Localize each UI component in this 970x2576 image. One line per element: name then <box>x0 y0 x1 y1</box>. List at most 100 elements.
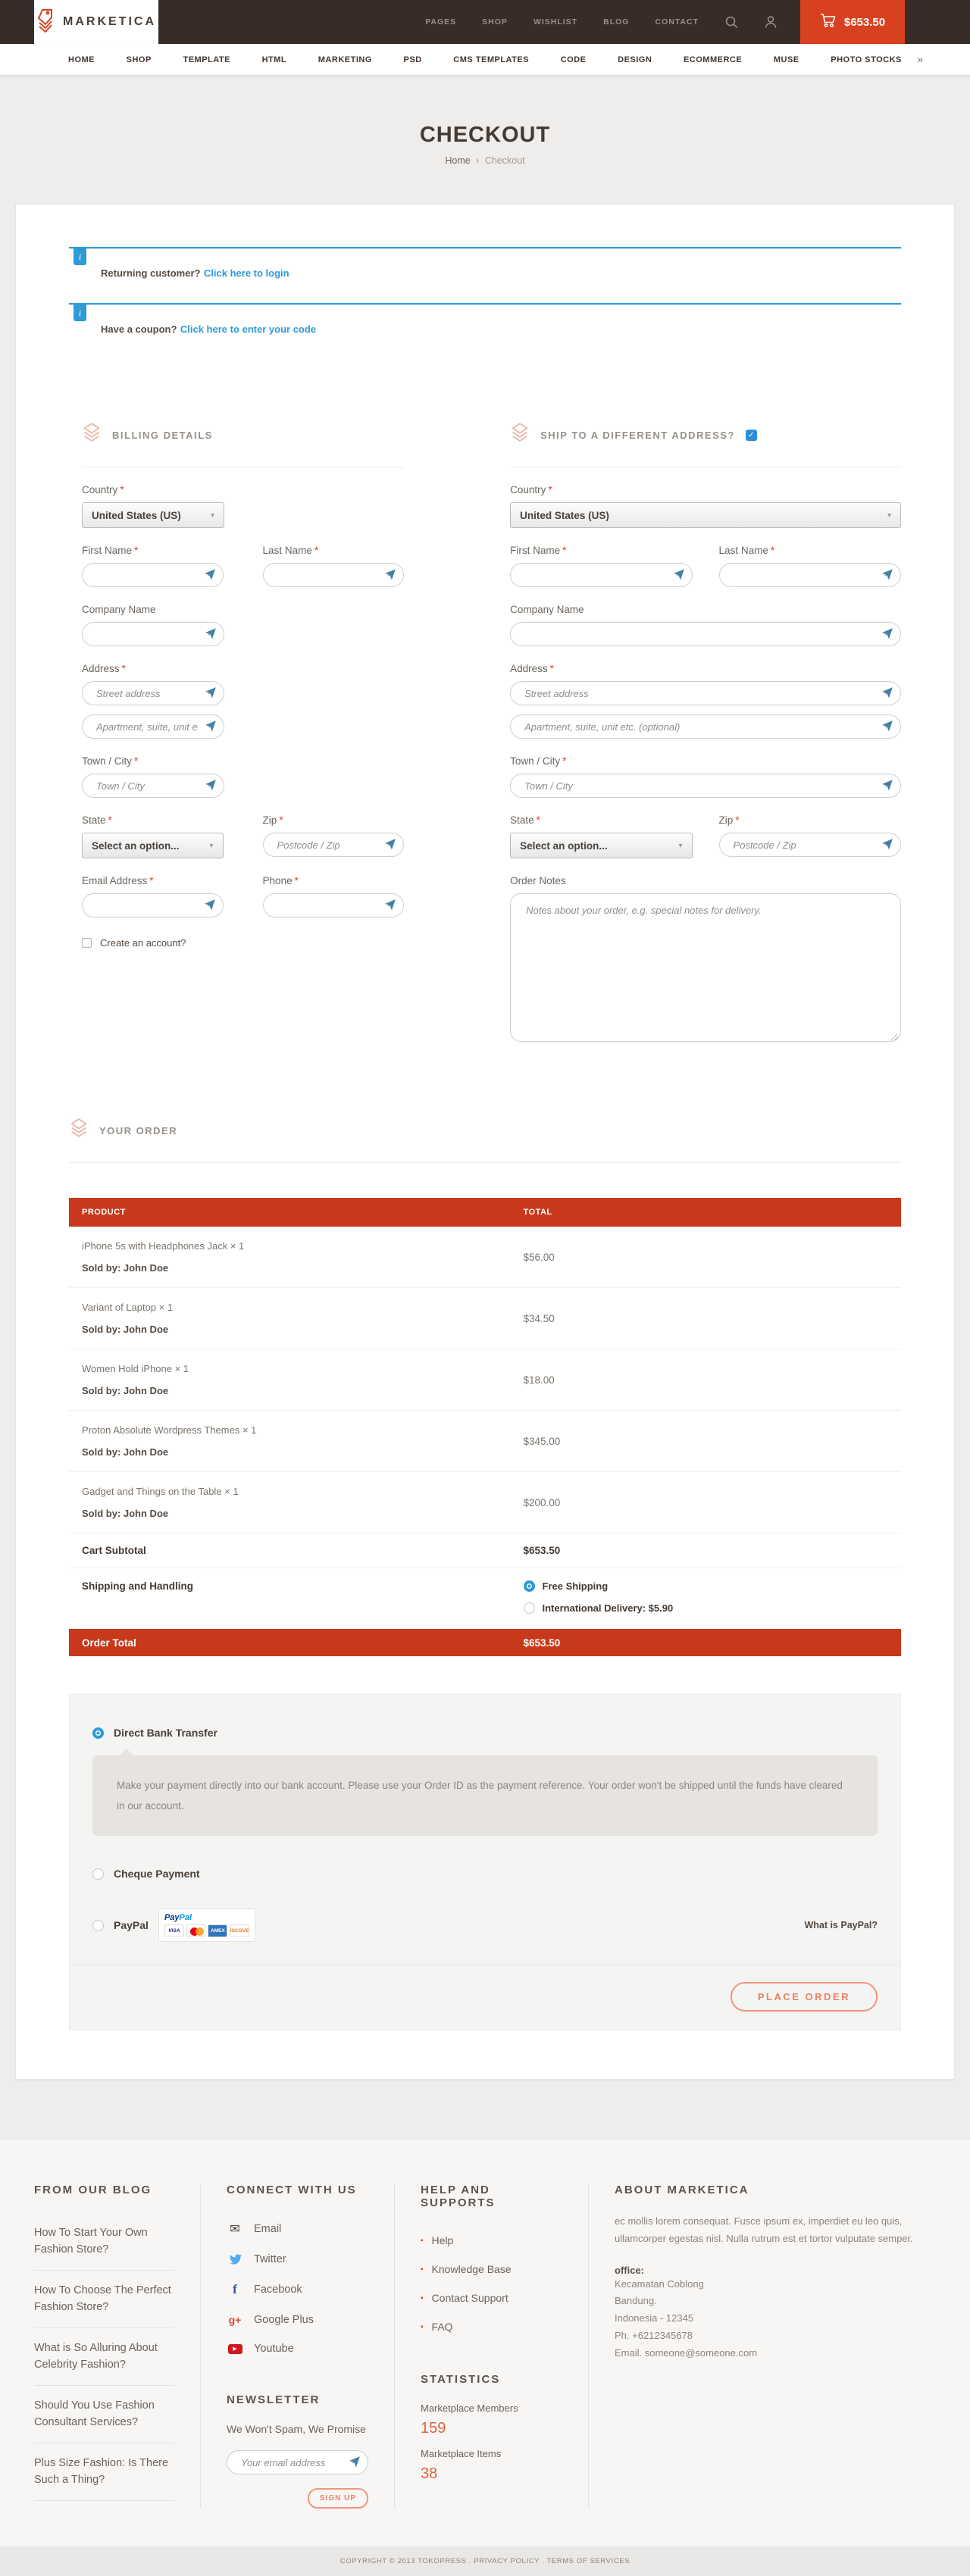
user-icon[interactable] <box>764 15 778 29</box>
billing-address2-input[interactable] <box>82 714 224 739</box>
shipping-state-select[interactable]: Select an option... ▾ <box>510 833 692 858</box>
billing-first-name-label: First Name* <box>82 545 224 556</box>
footer: FROM OUR BLOG How To Start Your Own Fash… <box>0 2139 970 2546</box>
billing-first-name-input[interactable] <box>82 563 224 587</box>
about-text: ec mollis lorem consequat. Fusce ipsum e… <box>615 2213 936 2248</box>
billing-last-name-input[interactable] <box>263 563 405 587</box>
ship-to-different-checkbox[interactable]: ✓ <box>746 430 757 441</box>
stat-label: Marketplace Items <box>421 2448 562 2459</box>
social-link-google-plus[interactable]: g+ Google Plus <box>227 2306 368 2334</box>
nav-marketing[interactable]: MARKETING <box>318 55 372 64</box>
login-link[interactable]: Click here to login <box>204 267 289 279</box>
shipping-town-input[interactable] <box>510 774 901 798</box>
nav-more-chevron-icon[interactable]: » <box>918 54 923 65</box>
nav-html[interactable]: HTML <box>262 55 287 64</box>
shipping-country-select[interactable]: United States (US) ▾ <box>510 502 901 528</box>
shipping-address2-input[interactable] <box>510 714 901 739</box>
social-link-youtube[interactable]: ▶ Youtube <box>227 2334 368 2363</box>
create-account-checkbox[interactable]: Create an account? <box>82 937 404 949</box>
shipping-heading: SHIP TO A DIFFERENT ADDRESS? <box>540 430 735 441</box>
billing-state-select[interactable]: Select an option... ▾ <box>82 833 224 858</box>
brand-name: MARKETICA <box>63 15 156 29</box>
free-shipping-label: Free Shipping <box>543 1580 609 1592</box>
help-link[interactable]: ▪ Contact Support <box>421 2284 562 2312</box>
help-link[interactable]: ▪ Help <box>421 2226 562 2255</box>
radio-unselected-icon <box>524 1602 535 1614</box>
billing-phone-input[interactable] <box>263 893 405 918</box>
billing-town-input[interactable] <box>82 774 224 798</box>
shipping-address1-input[interactable] <box>510 681 901 705</box>
header-nav-pages[interactable]: PAGES <box>425 17 456 27</box>
newsletter-email-input[interactable] <box>227 2450 368 2474</box>
shipping-state-value: Select an option... <box>520 840 608 852</box>
billing-zip-input[interactable] <box>263 833 405 857</box>
payment-cards-image: PayPal VISA AMEX DISCOVER <box>158 1909 255 1942</box>
shipping-company-input[interactable] <box>510 622 901 646</box>
billing-phone-label: Phone* <box>263 875 405 886</box>
shipping-zip-input[interactable] <box>719 833 901 857</box>
nav-design[interactable]: DESIGN <box>618 55 652 64</box>
billing-email-input[interactable] <box>82 893 224 918</box>
paypal-option[interactable]: PayPal PayPal VISA AMEX DISCOVER What is… <box>92 1909 878 1942</box>
place-order-button[interactable]: PLACE ORDER <box>731 1982 878 2012</box>
header-nav-shop[interactable]: SHOP <box>482 17 508 27</box>
nav-ecommerce[interactable]: ECOMMERCE <box>684 55 742 64</box>
billing-country-value: United States (US) <box>92 510 181 521</box>
blog-post-link[interactable]: How To Choose The Perfect Fashion Store? <box>34 2271 174 2328</box>
order-heading: YOUR ORDER <box>99 1125 177 1136</box>
order-notes-textarea[interactable] <box>510 893 901 1042</box>
nav-psd[interactable]: PSD <box>404 55 422 64</box>
help-link[interactable]: ▪ FAQ <box>421 2312 562 2341</box>
billing-address1-input[interactable] <box>82 681 224 705</box>
cart-button[interactable]: $653.50 <box>800 0 905 44</box>
nav-cms-templates[interactable]: CMS TEMPLATES <box>453 55 529 64</box>
billing-country-select[interactable]: United States (US) ▾ <box>82 502 224 528</box>
help-link[interactable]: ▪ Knowledge Base <box>421 2255 562 2284</box>
layers-icon <box>82 423 102 447</box>
cheque-payment-option[interactable]: Cheque Payment <box>92 1868 878 1880</box>
youtube-icon: ▶ <box>227 2344 243 2354</box>
billing-town-label: Town / City* <box>82 755 404 767</box>
nav-home[interactable]: HOME <box>68 55 95 64</box>
blog-post-link[interactable]: Plus Size Fashion: Is There Such a Thing… <box>34 2443 174 2501</box>
paypal-label: PayPal <box>114 1919 149 1931</box>
brand-logo[interactable]: MARKETICA <box>34 0 158 44</box>
shipping-last-name-input[interactable] <box>719 563 901 587</box>
nav-shop[interactable]: SHOP <box>127 55 152 64</box>
shipping-first-name-input[interactable] <box>510 563 692 587</box>
blog-post-link[interactable]: Should You Use Fashion Consultant Servic… <box>34 2386 174 2443</box>
social-link-twitter[interactable]: Twitter <box>227 2245 368 2274</box>
international-delivery-radio[interactable]: International Delivery: $5.90 <box>524 1602 902 1614</box>
shipping-state-label: State* <box>510 814 692 826</box>
blog-post-link[interactable]: How To Start Your Own Fashion Store? <box>34 2213 174 2271</box>
bank-transfer-option[interactable]: Direct Bank Transfer <box>92 1727 878 1739</box>
blog-post-link[interactable]: What is So Alluring About Celebrity Fash… <box>34 2328 174 2386</box>
bullet-icon: ▪ <box>421 2237 424 2245</box>
bullet-icon: ▪ <box>421 2294 424 2302</box>
social-link-facebook[interactable]: f Facebook <box>227 2274 368 2306</box>
search-icon[interactable] <box>724 15 738 29</box>
shipping-address-label: Address* <box>510 663 901 674</box>
order-table: PRODUCT TOTAL iPhone 5s with Headphones … <box>69 1198 901 1656</box>
office-address-line: Bandung. <box>615 2293 936 2310</box>
nav-template[interactable]: TEMPLATE <box>183 55 230 64</box>
free-shipping-radio[interactable]: Free Shipping <box>524 1580 902 1592</box>
billing-heading: BILLING DETAILS <box>112 430 213 441</box>
coupon-link[interactable]: Click here to enter your code <box>180 324 316 335</box>
stat-value: 38 <box>421 2465 562 2483</box>
billing-company-input[interactable] <box>82 622 224 646</box>
signup-button[interactable]: SIGN UP <box>308 2488 368 2509</box>
social-link-email[interactable]: ✉ Email <box>227 2213 368 2245</box>
nav-photo-stocks[interactable]: PHOTO STOCKS <box>831 55 902 64</box>
breadcrumb-home[interactable]: Home <box>445 155 470 166</box>
order-row: Proton Absolute Wordpress Themes × 1Sold… <box>69 1411 901 1472</box>
billing-email-label: Email Address* <box>82 875 224 886</box>
what-is-paypal-link[interactable]: What is PayPal? <box>804 1920 878 1930</box>
nav-code[interactable]: CODE <box>561 55 587 64</box>
header-nav-wishlist[interactable]: WISHLIST <box>534 17 577 27</box>
breadcrumb-current: Checkout <box>485 155 525 166</box>
header-nav-contact[interactable]: CONTACT <box>655 17 699 27</box>
nav-muse[interactable]: MUSE <box>774 55 799 64</box>
header-nav-blog[interactable]: BLOG <box>603 17 629 27</box>
subtotal-row: Cart Subtotal $653.50 <box>69 1533 901 1568</box>
